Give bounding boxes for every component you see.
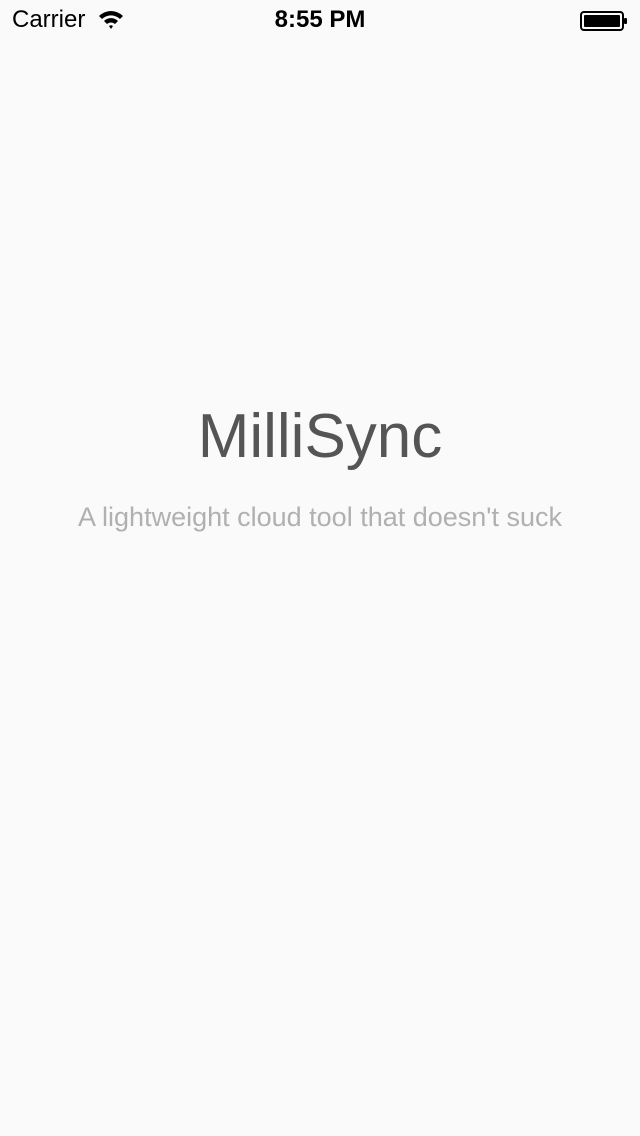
app-tagline: A lightweight cloud tool that doesn't su… (78, 502, 562, 532)
app-title: MilliSync (197, 402, 443, 471)
status-bar: Carrier 8:55 PM (0, 0, 640, 40)
battery-icon (580, 11, 628, 31)
app-screen: Carrier 8:55 PM MilliSync A lightweight … (0, 0, 640, 1136)
status-time: 8:55 PM (274, 6, 366, 33)
